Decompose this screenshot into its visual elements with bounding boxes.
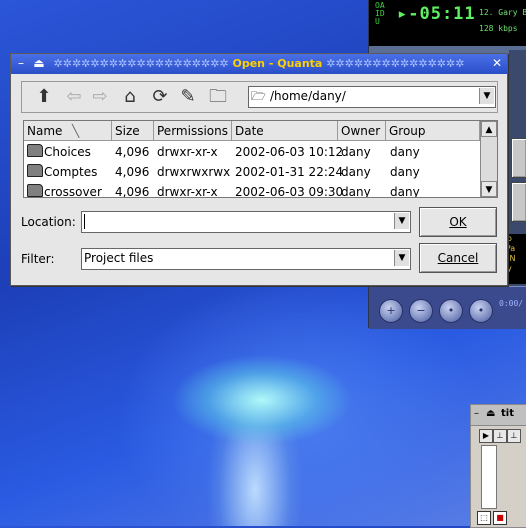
file-name-cell: crossover — [27, 182, 102, 198]
filter-label: Filter: — [21, 252, 55, 266]
player-time: ▸-05:11 — [397, 4, 476, 24]
file-permissions: drwxrwxrwx — [157, 165, 231, 179]
ok-button[interactable]: OK — [419, 207, 497, 237]
file-owner: dany — [341, 165, 371, 179]
stop-icon[interactable]: ■ — [493, 511, 507, 525]
table-row[interactable]: Choices 4,096 drwxr-xr-x 2002-06-03 10:1… — [24, 142, 480, 162]
file-date: 2002-06-03 10:12 — [235, 145, 344, 159]
folder-icon — [27, 184, 43, 197]
bookmark-icon[interactable]: ✎ — [176, 85, 200, 109]
file-name-cell: Comptes — [27, 162, 97, 182]
play-icon[interactable]: ▶ — [479, 429, 493, 443]
file-permissions: drwxr-xr-x — [157, 185, 218, 198]
eject-icon[interactable]: ⏏ — [486, 408, 495, 419]
select-icon[interactable]: ⬚ — [477, 511, 491, 525]
vertical-ruler — [481, 445, 497, 509]
dialog-titlebar[interactable]: – ⏏ ✲✲✲✲✲✲✲✲✲✲✲✲✲✲✲✲✲✲✲ Open - Quanta ✲✲… — [11, 54, 507, 74]
cancel-label: Cancel — [437, 251, 479, 265]
ruler-icon[interactable]: ⊥ — [493, 429, 507, 443]
dialog-title-row: ✲✲✲✲✲✲✲✲✲✲✲✲✲✲✲✲✲✲✲ Open - Quanta ✲✲✲✲✲✲… — [11, 57, 507, 70]
file-date: 2002-06-03 09:30 — [235, 185, 344, 198]
player-display: OAIDU ▸-05:11 12. Gary B 128 kbps — [369, 0, 526, 46]
folder-icon: 🗁 — [251, 89, 266, 103]
reload-icon[interactable]: ⟳ — [148, 85, 172, 109]
column-header-group[interactable]: Group — [386, 121, 480, 141]
dialog-toolbar: ⬆ ⇦ ⇨ ⌂ ⟳ ✎ 🗀 🗁 /home/dany/ ▼ — [21, 81, 498, 113]
file-permissions: drwxr-xr-x — [157, 145, 218, 159]
column-label: Permissions — [157, 124, 228, 138]
column-header-permissions[interactable]: Permissions — [154, 121, 232, 141]
file-size: 4,096 — [115, 145, 150, 159]
folder-icon — [27, 144, 43, 157]
new-folder-icon[interactable]: 🗀 — [206, 85, 230, 109]
small-window: – ⏏ tit ▶ ⊥ ⊥ ⬚ ■ — [470, 404, 526, 528]
scroll-down-icon[interactable]: ▼ — [481, 181, 497, 197]
path-combo[interactable]: 🗁 /home/dany/ ▼ — [248, 86, 496, 108]
mini-time: 0:00/ — [499, 299, 524, 308]
location-input[interactable]: ▼ — [81, 211, 411, 233]
table-row[interactable]: crossover 4,096 drwxr-xr-x 2002-06-03 09… — [24, 182, 480, 198]
back-arrow-icon[interactable]: ⇦ — [62, 85, 86, 109]
column-label: Owner — [341, 124, 381, 138]
close-icon[interactable]: ✕ — [490, 56, 504, 70]
filter-value: Project files — [84, 251, 154, 265]
player-side-button[interactable] — [511, 182, 526, 222]
player-track: 12. Gary B — [479, 8, 526, 17]
column-label: Date — [235, 124, 264, 138]
column-header-owner[interactable]: Owner — [338, 121, 386, 141]
file-name-cell: Choices — [27, 142, 91, 162]
folder-icon — [27, 164, 43, 177]
file-group: dany — [390, 165, 420, 179]
title-decoration: ✲✲✲✲✲✲✲✲✲✲✲✲✲✲✲ — [326, 57, 465, 70]
file-name: crossover — [44, 185, 102, 198]
cancel-button[interactable]: Cancel — [419, 243, 497, 273]
file-size: 4,096 — [115, 185, 150, 198]
dialog-title: Open - Quanta — [232, 57, 323, 70]
scroll-up-icon[interactable]: ▲ — [481, 121, 497, 137]
misc-button[interactable]: • — [469, 299, 493, 323]
title-decoration: ✲✲✲✲✲✲✲✲✲✲✲✲✲✲✲✲✲✲✲ — [53, 57, 229, 70]
file-owner: dany — [341, 145, 371, 159]
column-label: Size — [115, 124, 140, 138]
ruler-icon[interactable]: ⊥ — [507, 429, 521, 443]
column-header-size[interactable]: Size — [112, 121, 154, 141]
file-date: 2002-01-31 22:24 — [235, 165, 344, 179]
chevron-down-icon[interactable]: ▼ — [394, 250, 409, 266]
add-button[interactable]: + — [379, 299, 403, 323]
remove-button[interactable]: − — [409, 299, 433, 323]
player-controls: + − • • 0:00/ — [369, 286, 526, 329]
file-group: dany — [390, 185, 420, 198]
forward-arrow-icon[interactable]: ⇨ — [88, 85, 112, 109]
player-side-label: OAIDU — [375, 1, 385, 26]
ok-label: OK — [449, 215, 467, 229]
filter-select[interactable]: Project files ▼ — [81, 248, 411, 270]
player-side-button[interactable] — [511, 138, 526, 178]
chevron-down-icon[interactable]: ▼ — [479, 88, 494, 104]
column-header-date[interactable]: Date — [232, 121, 338, 141]
file-owner: dany — [341, 185, 371, 198]
file-name: Comptes — [44, 165, 98, 179]
column-label: Name — [27, 124, 63, 138]
up-arrow-icon[interactable]: ⬆ — [32, 85, 56, 109]
player-bitrate: 128 kbps — [479, 24, 518, 33]
select-button[interactable]: • — [439, 299, 463, 323]
chevron-down-icon[interactable]: ▼ — [394, 213, 409, 229]
file-name: Choices — [44, 145, 91, 159]
file-list-scrollbar[interactable]: ▲ ▼ — [480, 121, 497, 197]
text-cursor — [84, 214, 85, 229]
home-icon[interactable]: ⌂ — [118, 85, 142, 109]
column-label: Group — [389, 124, 426, 138]
path-value: /home/dany/ — [270, 89, 346, 103]
small-window-title: tit — [501, 408, 514, 419]
open-dialog: – ⏏ ✲✲✲✲✲✲✲✲✲✲✲✲✲✲✲✲✲✲✲ Open - Quanta ✲✲… — [10, 53, 508, 286]
small-window-titlebar[interactable]: – ⏏ tit — [471, 405, 526, 426]
file-size: 4,096 — [115, 165, 150, 179]
minimize-icon[interactable]: – — [474, 408, 479, 419]
column-header-name[interactable]: Name ╲ — [24, 121, 112, 141]
sort-indicator-icon: ╲ — [72, 124, 80, 138]
file-group: dany — [390, 145, 420, 159]
file-list: Name ╲ Size Permissions Date Owner Group… — [23, 120, 498, 198]
table-row[interactable]: Comptes 4,096 drwxrwxrwx 2002-01-31 22:2… — [24, 162, 480, 182]
location-label: Location: — [21, 215, 76, 229]
